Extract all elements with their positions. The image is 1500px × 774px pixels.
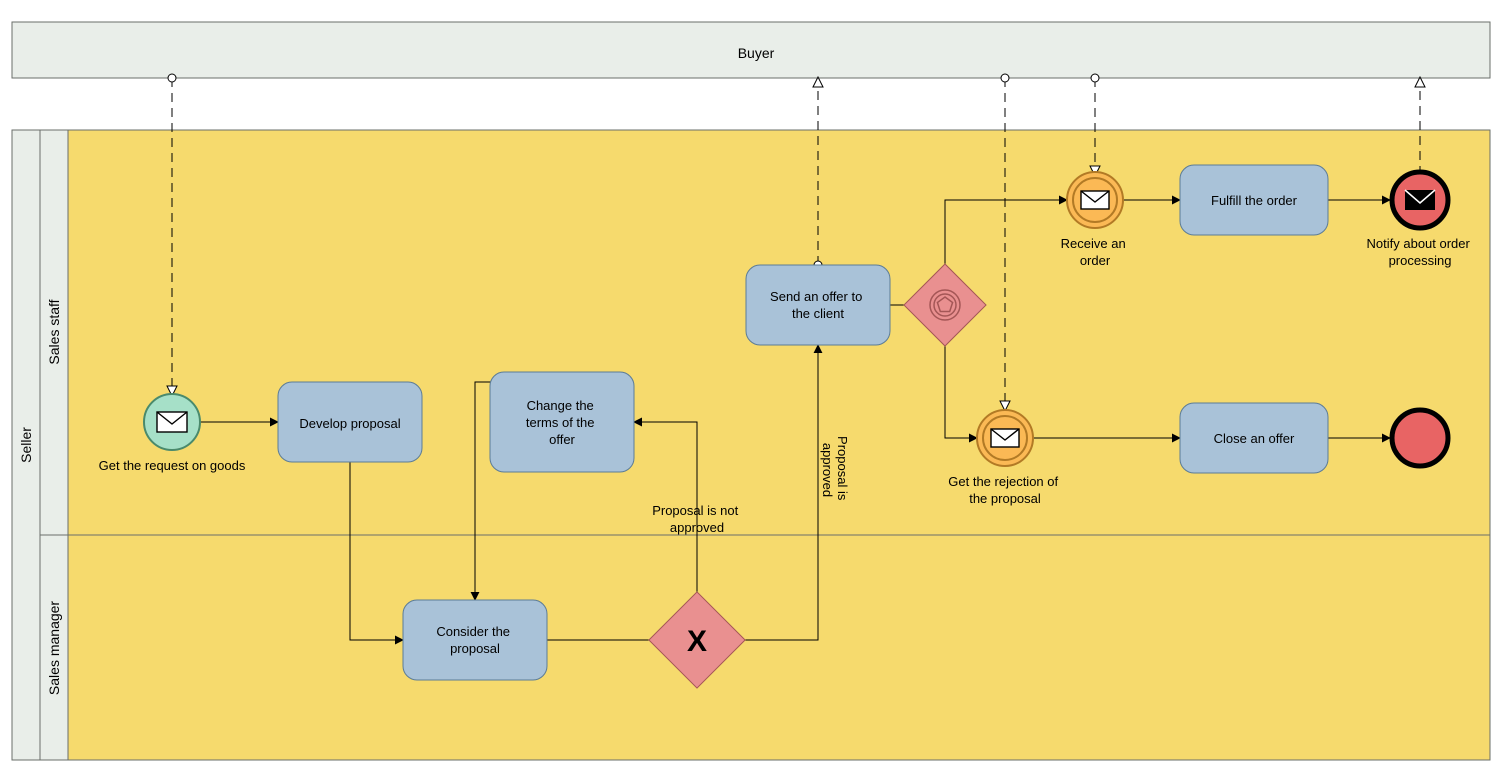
label-approved: Proposal is approved [820, 436, 850, 504]
task-change-terms: Change the terms of the offer Change the… [490, 372, 634, 472]
task-consider-proposal: Consider the proposal Consider the propo… [403, 600, 547, 680]
task-send-offer: Send an offer to the client Send an offe… [746, 265, 890, 345]
task-close-offer: Close an offer [1180, 403, 1328, 473]
start-event-label: Get the request on goods [99, 458, 246, 473]
bpmn-diagram: Buyer Seller Sales staff Sales manager [0, 0, 1500, 774]
svg-text:Develop proposal: Develop proposal [299, 416, 400, 431]
pool-seller-label: Seller [18, 427, 34, 463]
svg-text:Fulfill the order: Fulfill the order [1211, 193, 1298, 208]
task-fulfill-order: Fulfill the order [1180, 165, 1328, 235]
pool-buyer: Buyer [12, 22, 1490, 78]
pool-buyer-label: Buyer [738, 45, 775, 61]
task-develop-proposal: Develop proposal [278, 382, 422, 462]
end-event-plain [1392, 410, 1448, 466]
lane-sales-manager-label: Sales manager [46, 601, 62, 696]
lane-sales-staff-label: Sales staff [46, 299, 62, 364]
svg-text:Close an offer: Close an offer [1214, 431, 1295, 446]
svg-text:X: X [687, 625, 707, 658]
